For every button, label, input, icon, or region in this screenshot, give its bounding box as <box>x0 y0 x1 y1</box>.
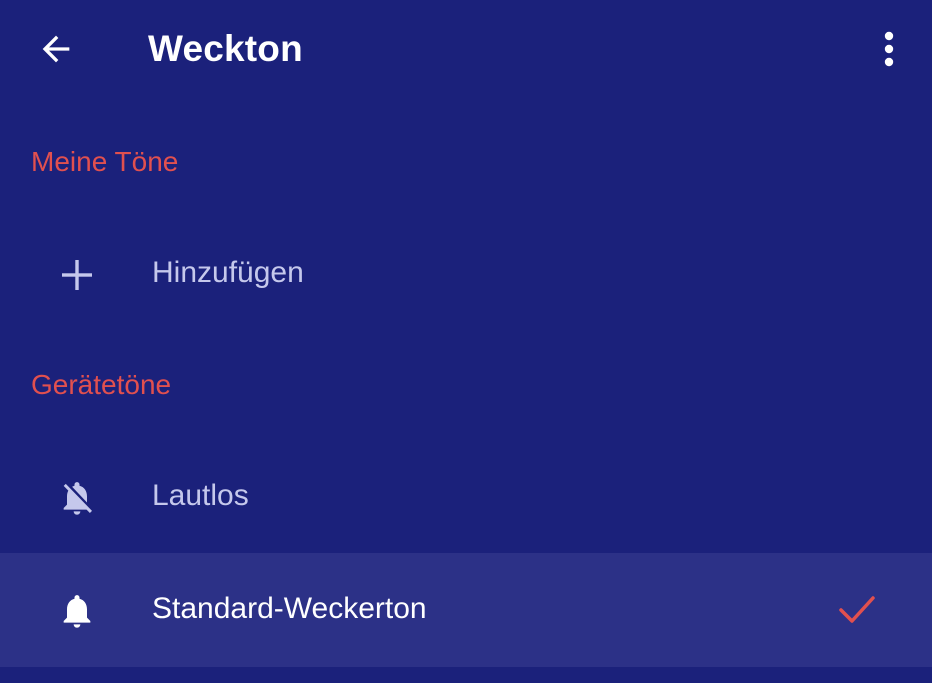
arrow-back-icon <box>42 35 70 63</box>
page-title: Weckton <box>148 28 303 69</box>
bell-off-icon <box>52 477 102 519</box>
app-bar: Weckton <box>0 0 932 100</box>
more-vert-icon <box>884 31 894 67</box>
section-header-my-tones: Meine Töne <box>31 146 179 177</box>
list-item-label: Lautlos <box>152 479 249 512</box>
back-button[interactable] <box>30 26 82 72</box>
list-item-default-alarm[interactable]: Standard-Weckerton <box>0 553 932 667</box>
plus-icon <box>52 254 102 296</box>
check-icon <box>834 590 880 630</box>
section-header-device-tones: Gerätetöne <box>31 369 172 400</box>
more-options-button[interactable] <box>866 24 912 74</box>
bell-icon <box>52 590 102 632</box>
list-item-label: Hinzufügen <box>152 256 304 289</box>
list-item-silent[interactable]: Lautlos <box>0 440 932 554</box>
list-item-add[interactable]: Hinzufügen <box>0 217 932 331</box>
list-item-label: Standard-Weckerton <box>152 592 427 625</box>
